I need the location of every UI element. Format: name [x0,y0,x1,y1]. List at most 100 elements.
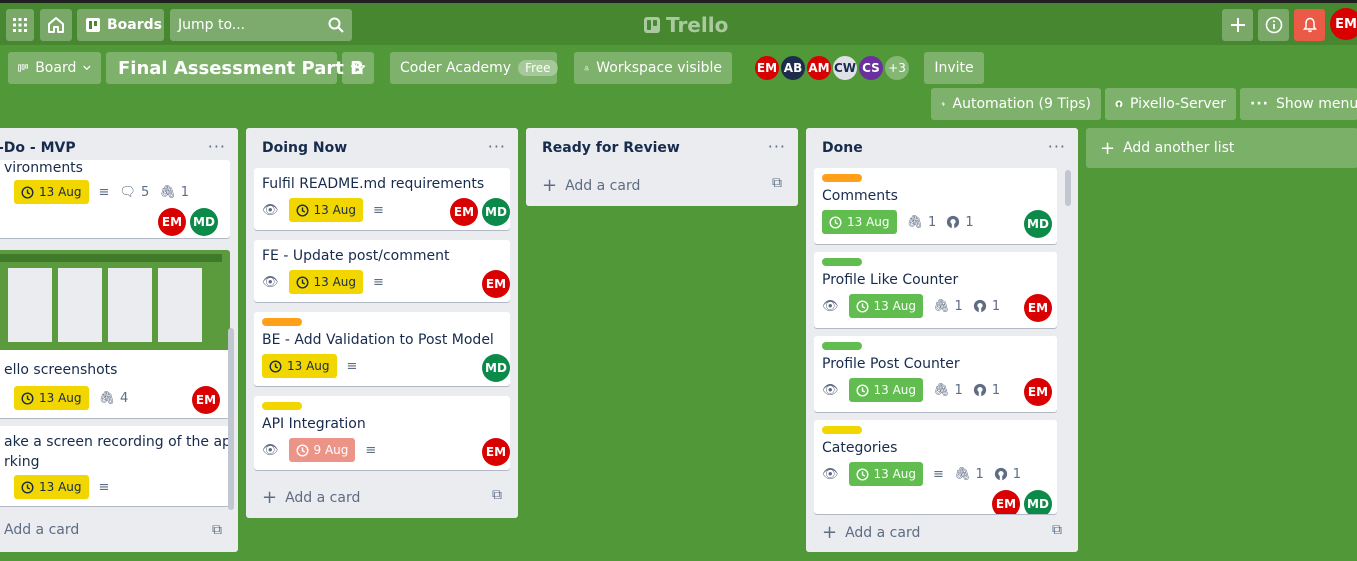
card[interactable]: BE - Add Validation to Post Model 13 Aug… [254,312,510,386]
due-date-badge[interactable]: 13 Aug [262,354,337,378]
card-member-avatar-md[interactable]: MD [482,198,510,226]
add-card-button[interactable]: + Add a card [262,487,360,508]
add-card-label: Add a card [565,177,641,194]
label-green[interactable] [822,342,862,350]
due-date-badge-overdue[interactable]: 9 Aug [288,438,356,462]
due-date-badge[interactable]: 13 Aug [288,270,364,294]
add-card-button[interactable]: + Add a card [542,175,640,196]
list-done[interactable]: Done ··· Comments 13 Aug 🖇 1 1 MD Profile… [806,128,1078,552]
card-member-avatar-md[interactable]: MD [482,354,510,382]
member-avatar-am[interactable]: AM [805,54,833,82]
star-icon[interactable] [342,52,374,84]
show-menu-button[interactable]: ··· Show menu [1240,88,1357,120]
list-title[interactable]: Done [822,140,863,156]
card-member-avatar-em[interactable]: EM [158,208,186,236]
card[interactable]: ello screenshots 13 Aug 🖇 4 EM [0,250,230,418]
plus-icon: + [262,487,278,508]
jump-to-search[interactable]: Jump to... [170,9,352,41]
description-icon: ≡ [373,202,384,218]
current-user-avatar[interactable]: EM [1330,8,1357,40]
card-template-icon[interactable]: ⧉ [1052,522,1062,538]
comment-count: 5 [140,184,150,200]
card[interactable]: vironments 13 Aug ≡ 🗨 5 🖇 1 EM MD [0,160,230,238]
card-member-avatar-md[interactable]: MD [190,208,218,236]
list-menu-dots-icon[interactable]: ··· [488,137,506,156]
list-scrollbar[interactable] [228,328,234,510]
due-date-badge[interactable]: 13 Aug [14,475,89,499]
member-avatar-cs[interactable]: CS [857,54,885,82]
card-member-avatar-em[interactable]: EM [1024,378,1052,406]
card-badges: 13 Aug 🖇 1 1 [822,210,974,234]
trello-logo[interactable]: Trello [644,13,728,37]
card[interactable]: Categories 👁 13 Aug ≡ 🖇 1 1 EM MD [814,420,1057,514]
card-member-avatar-em[interactable]: EM [482,270,510,298]
add-card-button[interactable]: + Add a card [822,522,920,543]
due-date-badge-complete[interactable]: 13 Aug [848,462,924,486]
card-badges: 13 Aug ≡ 🗨 5 🖇 1 [14,180,189,204]
card-member-avatar-em[interactable]: EM [992,490,1020,514]
due-date-badge[interactable]: 13 Aug [14,180,89,204]
label-orange[interactable] [262,318,302,326]
list-menu-dots-icon[interactable]: ··· [208,137,226,156]
add-another-list-button[interactable]: + Add another list [1086,128,1357,168]
github-powerup-button[interactable]: Pixello-Server [1105,88,1236,120]
workspace-button[interactable]: Coder Academy Free [390,52,558,84]
visibility-button[interactable]: Workspace visible [574,52,732,84]
member-avatar-cw[interactable]: CW [831,54,859,82]
invite-button[interactable]: Invite [924,52,984,84]
card-template-icon[interactable]: ⧉ [212,522,222,538]
member-avatar-ab[interactable]: AB [779,54,807,82]
card-member-avatar-em[interactable]: EM [482,438,510,466]
due-date: 9 Aug [313,443,349,457]
member-avatar-em[interactable]: EM [753,54,781,82]
due-date-badge[interactable]: 13 Aug [14,386,89,410]
card-template-icon[interactable]: ⧉ [492,487,502,503]
list-title[interactable]: -Do - MVP [0,140,76,156]
boards-button[interactable]: Boards [77,9,164,41]
card-member-avatar-md[interactable]: MD [1024,490,1052,514]
notifications-bell-icon[interactable] [1294,9,1325,41]
list-todo-mvp[interactable]: -Do - MVP ··· vironments 13 Aug ≡ 🗨 5 🖇 1 … [0,128,238,552]
due-date-badge-complete[interactable]: 13 Aug [822,210,897,234]
create-plus-icon[interactable] [1222,9,1253,41]
add-card-button[interactable]: Add a card [4,522,79,538]
card[interactable]: Profile Like Counter 👁 13 Aug 🖇 1 1 EM [814,252,1057,328]
automation-button[interactable]: Automation (9 Tips) [931,88,1101,120]
label-orange[interactable] [822,174,862,182]
card[interactable]: ake a screen recording of the app rking … [0,426,230,506]
info-icon[interactable] [1258,9,1289,41]
boards-label: Boards [107,17,162,33]
card[interactable]: FE - Update post/comment 👁 13 Aug ≡ EM [254,240,510,302]
due-date: 13 Aug [313,275,357,289]
card[interactable]: Comments 13 Aug 🖇 1 1 MD [814,168,1057,244]
card[interactable]: Fulfil README.md requirements 👁 13 Aug ≡… [254,168,510,230]
list-title[interactable]: Doing Now [262,140,347,156]
card-template-icon[interactable]: ⧉ [772,175,782,191]
card-member-avatar-em[interactable]: EM [192,386,220,414]
more-members-badge[interactable]: +3 [883,54,911,82]
github-icon [973,299,986,313]
card[interactable]: API Integration 👁 9 Aug ≡ EM [254,396,510,470]
attachments-badge: 🖇 1 [159,185,189,200]
due-date-badge[interactable]: 13 Aug [288,198,364,222]
card-member-avatar-em[interactable]: EM [1024,294,1052,322]
card-member-avatar-md[interactable]: MD [1024,210,1052,238]
list-title[interactable]: Ready for Review [542,140,680,156]
list-doing-now[interactable]: Doing Now ··· Fulfil README.md requireme… [246,128,518,518]
due-date-badge-complete[interactable]: 13 Aug [848,378,924,402]
label-green[interactable] [822,258,862,266]
home-icon[interactable] [40,9,72,41]
card-member-avatar-em[interactable]: EM [450,198,478,226]
list-menu-dots-icon[interactable]: ··· [768,137,786,156]
board-view-switcher[interactable]: Board [8,52,101,84]
list-scrollbar[interactable] [1065,170,1071,206]
list-ready-for-review[interactable]: Ready for Review ··· + Add a card ⧉ [526,128,798,206]
label-yellow[interactable] [822,426,862,434]
list-menu-dots-icon[interactable]: ··· [1048,137,1066,156]
powerup-label: Pixello-Server [1129,96,1226,112]
due-date-badge-complete[interactable]: 13 Aug [848,294,924,318]
label-yellow[interactable] [262,402,302,410]
app-switcher-icon[interactable] [6,9,34,41]
board-title[interactable]: Final Assessment Part B [106,52,364,84]
card[interactable]: Profile Post Counter 👁 13 Aug 🖇 1 1 EM [814,336,1057,412]
